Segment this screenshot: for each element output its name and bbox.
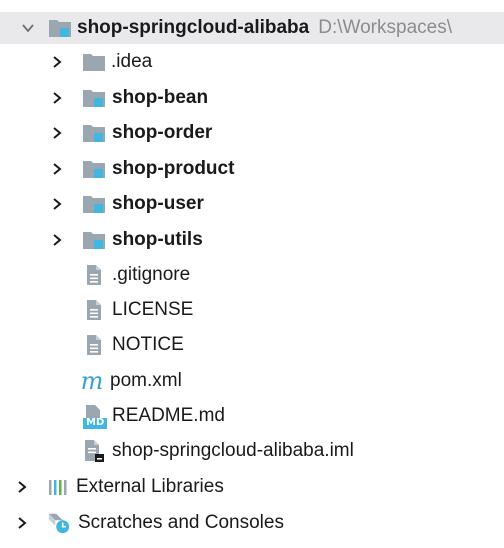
text-file-icon (82, 298, 106, 322)
project-tree: shop-springcloud-alibaba D:\Workspaces\ .… (0, 0, 504, 548)
module-folder-icon (82, 192, 106, 216)
tree-row-idea[interactable]: .idea (0, 46, 504, 78)
tree-row-pom[interactable]: m pom.xml (0, 365, 504, 397)
md-badge: MD (86, 417, 105, 428)
chevron-down-icon[interactable] (20, 20, 36, 36)
tree-item-label: shop-order (112, 122, 213, 143)
project-name: shop-springcloud-alibaba (77, 17, 310, 38)
tree-row-shop-order[interactable]: shop-order (0, 117, 504, 149)
text-file-icon (82, 333, 106, 357)
tree-row-license[interactable]: LICENSE (0, 294, 504, 326)
tree-item-label: pom.xml (110, 370, 182, 391)
chevron-right-icon[interactable] (49, 196, 65, 212)
tree-item-label: shop-utils (112, 229, 203, 250)
chevron-right-icon[interactable] (49, 232, 65, 248)
module-folder-icon (82, 86, 106, 110)
chevron-right-icon[interactable] (14, 515, 30, 531)
module-folder-icon (48, 16, 72, 40)
tree-row-shop-utils[interactable]: shop-utils (0, 224, 504, 256)
module-folder-icon (82, 121, 106, 145)
tree-item-label: shop-bean (112, 87, 209, 108)
markdown-file-icon: MD (82, 404, 108, 429)
chevron-right-icon[interactable] (49, 54, 65, 70)
scratches-icon (47, 511, 71, 535)
module-folder-icon (82, 228, 106, 252)
tree-item-label: NOTICE (112, 334, 184, 355)
module-folder-icon (82, 157, 106, 181)
tree-row-readme[interactable]: MD README.md (0, 400, 504, 432)
tree-item-label: .gitignore (112, 264, 191, 285)
chevron-right-icon[interactable] (49, 90, 65, 106)
tree-item-label: LICENSE (112, 299, 194, 320)
chevron-right-icon[interactable] (14, 479, 30, 495)
tree-row-shop-product[interactable]: shop-product (0, 153, 504, 185)
libraries-icon (47, 475, 71, 499)
tree-item-label: External Libraries (76, 476, 224, 497)
maven-icon: m (80, 367, 104, 395)
iml-file-icon (82, 439, 106, 463)
folder-icon (82, 50, 106, 74)
tree-row-iml[interactable]: shop-springcloud-alibaba.iml (0, 435, 504, 467)
chevron-right-icon[interactable] (49, 161, 65, 177)
tree-row-notice[interactable]: NOTICE (0, 329, 504, 361)
text-file-icon (82, 263, 106, 287)
tree-row-gitignore[interactable]: .gitignore (0, 259, 504, 291)
chevron-right-icon[interactable] (49, 125, 65, 141)
tree-row-shop-bean[interactable]: shop-bean (0, 82, 504, 114)
tree-row-scratches[interactable]: Scratches and Consoles (0, 507, 504, 539)
tree-item-label: shop-springcloud-alibaba.iml (112, 440, 354, 461)
tree-item-label: shop-user (112, 193, 204, 214)
tree-item-label: shop-product (112, 158, 235, 179)
project-path: D:\Workspaces\ (318, 17, 452, 38)
tree-row-shop-user[interactable]: shop-user (0, 188, 504, 220)
tree-row-project-root[interactable]: shop-springcloud-alibaba D:\Workspaces\ (0, 12, 504, 44)
tree-item-label: README.md (112, 405, 225, 426)
tree-item-label: Scratches and Consoles (78, 512, 284, 533)
tree-row-external-libraries[interactable]: External Libraries (0, 471, 504, 503)
tree-item-label: .idea (111, 51, 153, 72)
